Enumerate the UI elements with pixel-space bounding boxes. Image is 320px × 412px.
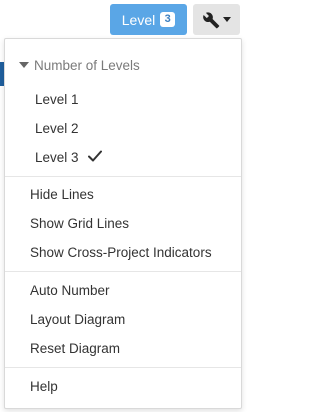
menu-item-label: Reset Diagram — [30, 340, 121, 356]
menu-item-level-3[interactable]: Level 3 — [5, 144, 241, 170]
tools-dropdown-menu: Number of Levels Level 1 Level 2 Level 3… — [4, 38, 242, 409]
menu-item-label: Help — [30, 378, 58, 394]
menu-divider — [5, 367, 241, 368]
level-button[interactable]: Level 3 — [110, 4, 187, 35]
menu-item-show-cross-project-indicators[interactable]: Show Cross-Project Indicators — [5, 239, 241, 265]
menu-item-label: Layout Diagram — [30, 311, 126, 327]
menu-item-label: Level 2 — [35, 120, 79, 136]
number-of-levels-header[interactable]: Number of Levels — [5, 52, 241, 78]
tools-menu-button[interactable] — [193, 4, 240, 35]
caret-down-icon — [19, 62, 29, 68]
menu-item-label: Level 1 — [35, 91, 79, 107]
menu-item-reset-diagram[interactable]: Reset Diagram — [5, 335, 241, 361]
menu-item-label: Auto Number — [30, 282, 110, 298]
menu-item-label: Show Cross-Project Indicators — [30, 244, 212, 260]
level-button-label: Level — [121, 11, 156, 28]
menu-item-help[interactable]: Help — [5, 373, 241, 399]
menu-item-level-1[interactable]: Level 1 — [5, 86, 241, 112]
menu-item-level-2[interactable]: Level 2 — [5, 115, 241, 141]
menu-divider — [5, 176, 241, 177]
number-of-levels-label: Number of Levels — [34, 57, 140, 73]
caret-down-icon — [223, 16, 231, 23]
menu-item-show-grid-lines[interactable]: Show Grid Lines — [5, 210, 241, 236]
menu-item-label: Level 3 — [35, 149, 79, 165]
checkmark-icon — [87, 150, 102, 165]
menu-item-hide-lines[interactable]: Hide Lines — [5, 181, 241, 207]
menu-divider — [5, 271, 241, 272]
level-count-badge: 3 — [160, 12, 176, 27]
menu-item-label: Hide Lines — [30, 186, 94, 202]
app-stage: Level 3 Number of Levels Level 1 Level 2… — [0, 0, 244, 412]
menu-item-auto-number[interactable]: Auto Number — [5, 277, 241, 303]
menu-item-layout-diagram[interactable]: Layout Diagram — [5, 306, 241, 332]
wrench-icon — [202, 11, 220, 29]
menu-item-label: Show Grid Lines — [30, 215, 130, 231]
